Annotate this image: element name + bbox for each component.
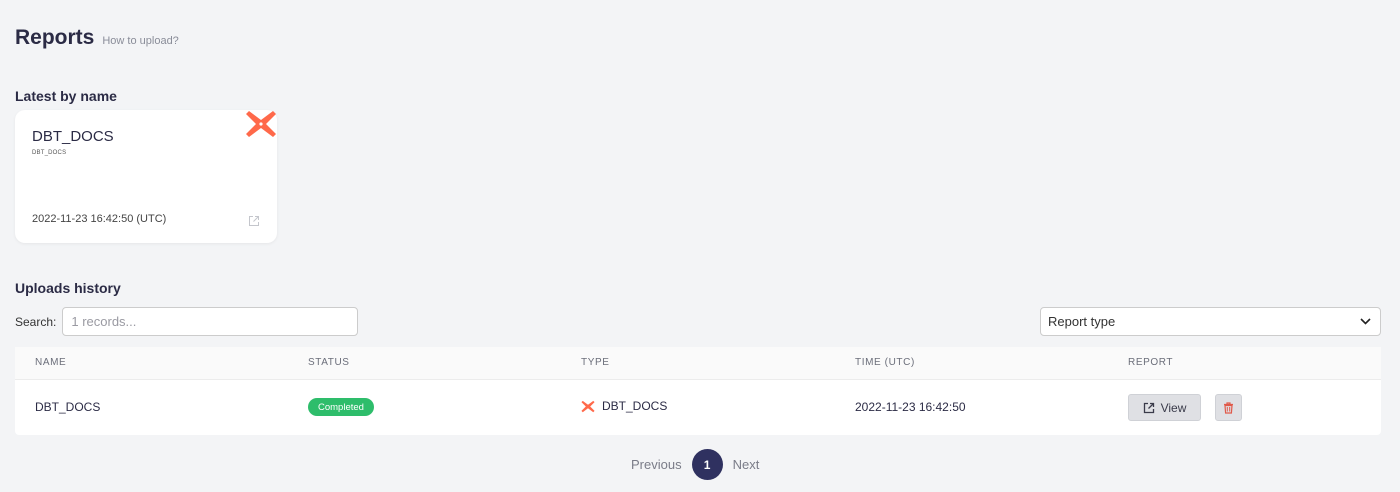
external-link-icon bbox=[1143, 402, 1154, 413]
how-to-upload-link[interactable]: How to upload? bbox=[102, 35, 178, 47]
row-name: DBT_DOCS bbox=[35, 400, 101, 414]
column-header-report: REPORT bbox=[1128, 357, 1174, 368]
chevron-down-icon bbox=[1360, 318, 1371, 325]
trash-icon bbox=[1224, 401, 1233, 414]
dbt-logo-icon bbox=[246, 111, 276, 137]
row-type-label: DBT_DOCS bbox=[602, 399, 668, 413]
page-header: Reports How to upload? bbox=[15, 26, 179, 50]
latest-by-name-title: Latest by name bbox=[15, 88, 117, 104]
latest-report-card[interactable]: DBT_DOCS DBT_DOCS 2022-11-23 16:42:50 (U… bbox=[15, 110, 277, 243]
search-label: Search: bbox=[15, 314, 57, 329]
page-title: Reports bbox=[15, 26, 95, 49]
column-header-status: STATUS bbox=[308, 357, 350, 368]
search-row: Search: bbox=[15, 307, 359, 336]
status-badge: Completed bbox=[308, 398, 374, 416]
column-header-time: TIME (UTC) bbox=[855, 357, 915, 368]
column-header-type: TYPE bbox=[581, 357, 610, 368]
column-header-name: NAME bbox=[35, 357, 67, 368]
uploads-table: NAME STATUS TYPE TIME (UTC) REPORT DBT_D… bbox=[15, 347, 1381, 435]
delete-report-button[interactable] bbox=[1215, 394, 1242, 421]
previous-page-button[interactable]: Previous bbox=[631, 457, 682, 472]
card-report-subtitle: DBT_DOCS bbox=[32, 150, 67, 156]
row-type: DBT_DOCS bbox=[581, 399, 667, 413]
view-report-button[interactable]: View bbox=[1128, 394, 1201, 421]
page-number-current[interactable]: 1 bbox=[691, 449, 723, 480]
table-row: DBT_DOCS Completed DBT_DOCS 2022-11-23 1… bbox=[15, 380, 1381, 435]
report-type-select[interactable]: Report type bbox=[1040, 307, 1381, 336]
next-page-button[interactable]: Next bbox=[733, 457, 760, 472]
external-link-icon[interactable] bbox=[248, 215, 260, 227]
uploads-history-title: Uploads history bbox=[15, 280, 121, 296]
table-header: NAME STATUS TYPE TIME (UTC) REPORT bbox=[15, 347, 1381, 380]
card-timestamp: 2022-11-23 16:42:50 (UTC) bbox=[32, 213, 167, 225]
pagination: Previous 1 Next bbox=[631, 449, 759, 480]
row-time: 2022-11-23 16:42:50 bbox=[855, 400, 966, 414]
dbt-logo-icon bbox=[581, 400, 595, 412]
view-button-label: View bbox=[1160, 400, 1187, 415]
report-type-value: Report type bbox=[1048, 314, 1116, 329]
search-input[interactable] bbox=[62, 307, 359, 336]
card-report-name: DBT_DOCS bbox=[32, 128, 114, 145]
